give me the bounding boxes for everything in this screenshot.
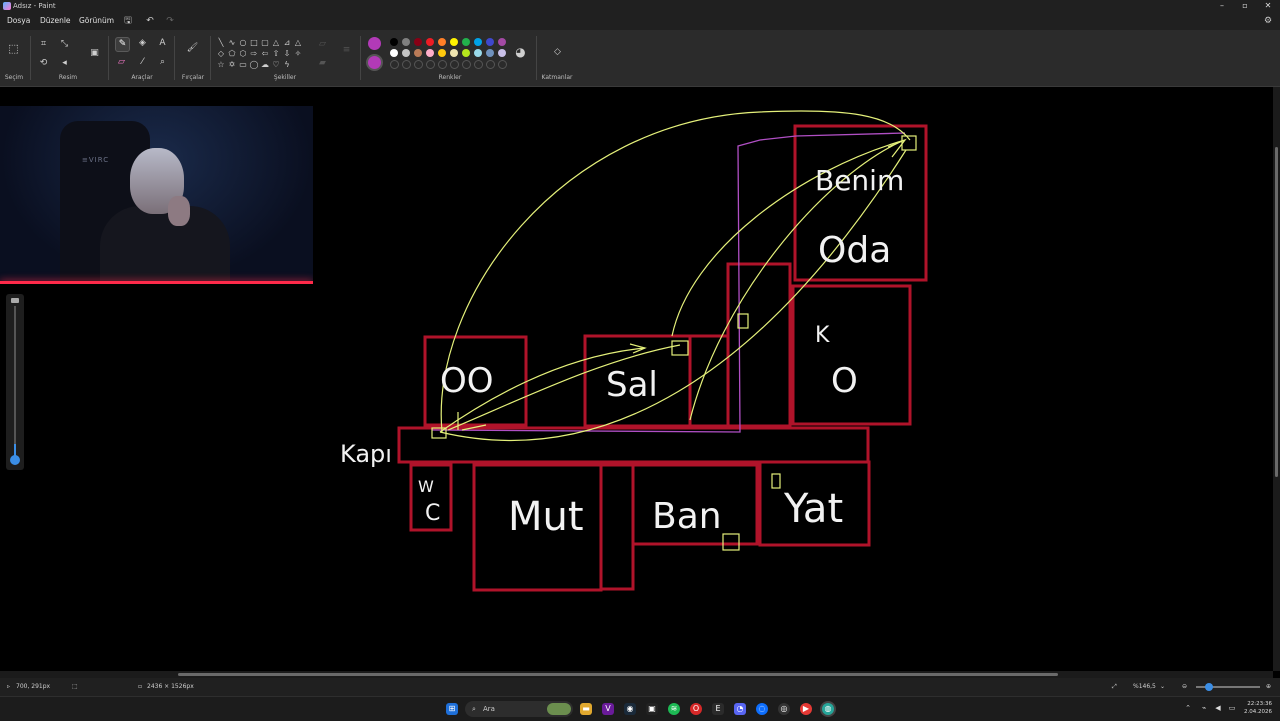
label-o: O xyxy=(831,361,858,401)
selection-size-icon: ⬚ xyxy=(72,683,78,690)
search-placeholder: Ara xyxy=(483,705,495,713)
label-door: Kapı xyxy=(340,440,392,468)
visual-studio-icon[interactable]: V xyxy=(602,703,614,715)
zoom-slider-thumb[interactable] xyxy=(1205,683,1213,691)
canvas-size-icon: ▫ xyxy=(138,683,143,690)
marker-banyo xyxy=(722,533,740,551)
webcam-red-glow xyxy=(0,281,313,284)
tray-chevron-icon[interactable]: ⌃ xyxy=(1183,703,1193,713)
marker-yatak xyxy=(771,473,781,489)
horizontal-scroll-thumb[interactable] xyxy=(178,673,1058,676)
room-k-o xyxy=(791,284,912,426)
taskbar-clock[interactable]: 22:23:36 2.04.2026 xyxy=(1240,700,1272,716)
cursor-position: 700, 291px xyxy=(16,683,51,690)
webcam-person-body xyxy=(100,206,230,284)
chrome-icon[interactable]: ◎ xyxy=(778,703,790,715)
search-icon: ⌕ xyxy=(472,705,476,713)
browser-icon[interactable]: ◌ xyxy=(756,703,768,715)
label-sal: Sal xyxy=(606,365,658,405)
label-yatak: Yat xyxy=(783,486,843,532)
label-mutfak: Mut xyxy=(508,494,584,540)
clock-date: 2.04.2026 xyxy=(1244,709,1272,715)
status-bar: ▹ 700, 291px ⬚ ▫ 2436 × 1526px ⤢ %146,5 … xyxy=(0,678,1280,696)
file-explorer-icon[interactable]: ▬ xyxy=(580,703,592,715)
cursor-icon: ▹ xyxy=(7,683,11,690)
brush-size-track[interactable] xyxy=(14,306,16,456)
chair-logo: ≡VIRC xyxy=(82,156,110,164)
webcam-person-hand xyxy=(168,196,190,226)
horizontal-scrollbar[interactable] xyxy=(0,671,1273,678)
volume-icon[interactable]: ◀ xyxy=(1213,703,1223,713)
floor-plan-drawing: OO Sal Benim Oda K O Kapı W C Mut Ban Ya… xyxy=(340,110,928,592)
battery-icon[interactable]: ▭ xyxy=(1227,703,1237,713)
network-icon[interactable]: ⌁ xyxy=(1199,703,1209,713)
wallet-app-icon[interactable]: ▣ xyxy=(646,703,658,715)
zoom-level[interactable]: %146,5 xyxy=(1133,678,1156,696)
label-benim: Benim xyxy=(815,164,904,197)
webcam-overlay: ≡VIRC xyxy=(0,106,313,284)
opera-icon[interactable]: O xyxy=(690,703,702,715)
canvas-size: 2436 × 1526px xyxy=(147,683,194,690)
zoom-dropdown-icon[interactable]: ⌄ xyxy=(1160,678,1165,696)
label-k: K xyxy=(815,323,830,348)
label-oo: OO xyxy=(440,361,494,401)
windows-taskbar: ⊞ ⌕ Ara ▬ V ◉ ▣ ≋ O E ◔ ◌ ◎ ▶ ◍ ⌃ ⌁ ◀ ▭ … xyxy=(0,696,1280,721)
taskbar-search[interactable]: ⌕ Ara xyxy=(465,701,573,717)
room-corridor xyxy=(397,426,870,464)
vertical-scroll-thumb[interactable] xyxy=(1275,147,1278,477)
clock-time: 22:23:36 xyxy=(1247,701,1272,707)
zoom-out-icon[interactable]: ⊖ xyxy=(1182,678,1187,696)
start-menu-icon[interactable]: ⊞ xyxy=(446,703,458,715)
fit-to-window-icon[interactable]: ⤢ xyxy=(1112,678,1117,696)
label-wc-w: W xyxy=(418,477,434,496)
media-player-icon[interactable]: ▶ xyxy=(800,703,812,715)
room-hall-vertical xyxy=(726,262,792,428)
epic-games-icon[interactable]: E xyxy=(712,703,724,715)
label-wc-c: C xyxy=(425,501,440,526)
brush-size-slider-panel xyxy=(6,294,24,470)
brush-size-thumb[interactable] xyxy=(10,455,20,465)
marker-sal xyxy=(671,340,689,356)
label-oda: Oda xyxy=(818,230,891,271)
room-mutfak-annex xyxy=(599,463,635,591)
search-highlight-image xyxy=(547,703,571,715)
spotify-icon[interactable]: ≋ xyxy=(668,703,680,715)
label-banyo: Ban xyxy=(652,496,722,537)
zoom-in-icon[interactable]: ⊕ xyxy=(1266,678,1271,696)
steam-icon[interactable]: ◉ xyxy=(624,703,636,715)
discord-icon[interactable]: ◔ xyxy=(734,703,746,715)
paint-taskbar-icon[interactable]: ◍ xyxy=(822,703,834,715)
slider-top-icon xyxy=(11,298,19,303)
vertical-scrollbar[interactable] xyxy=(1273,87,1280,671)
